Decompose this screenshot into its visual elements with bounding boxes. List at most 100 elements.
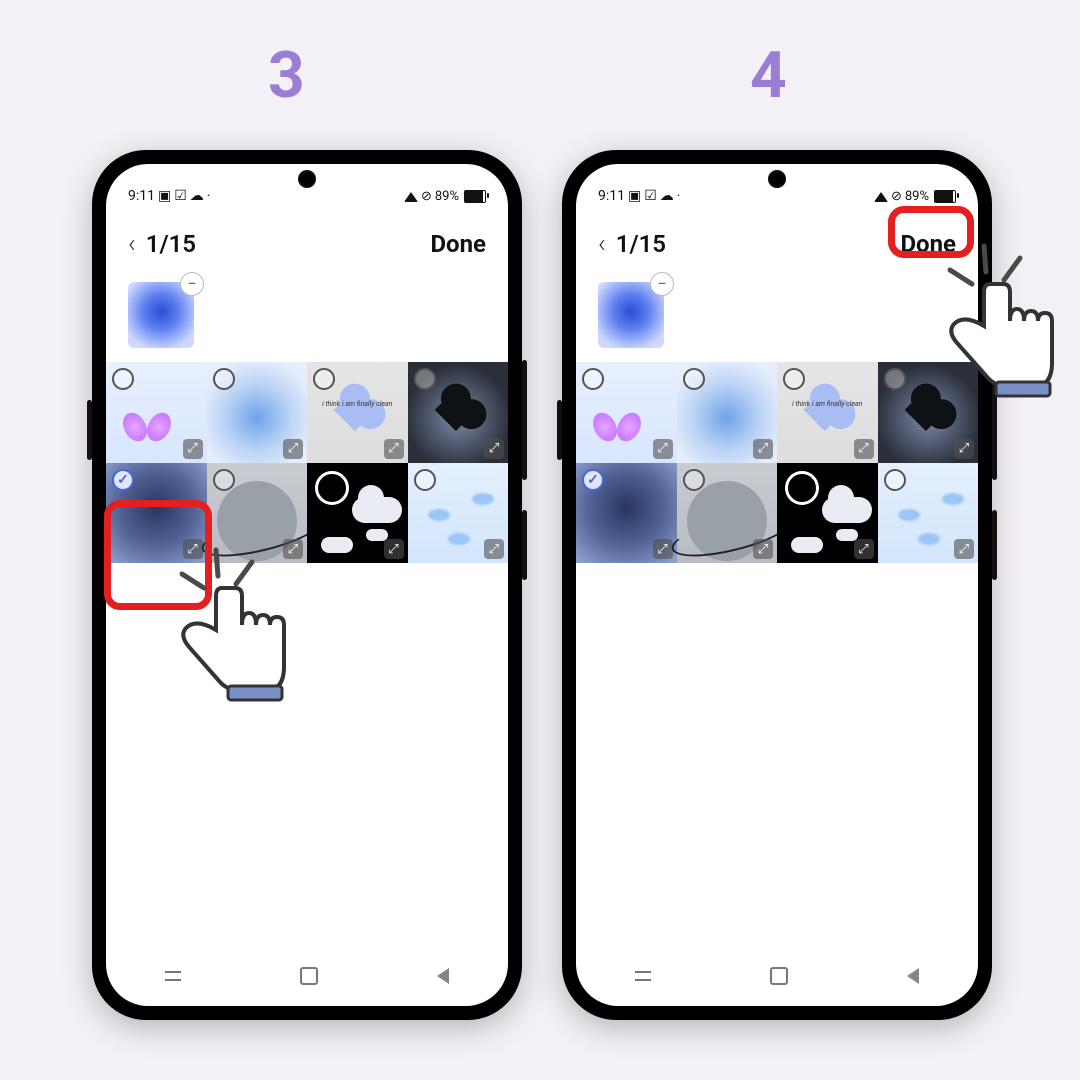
select-circle-icon[interactable] [414, 368, 436, 390]
grid-image-blur-heart[interactable]: ⤢ [207, 362, 308, 463]
android-nav-bar [576, 956, 978, 996]
tap-gesture-icon [920, 228, 1070, 378]
select-circle-icon[interactable] [783, 368, 805, 390]
select-circle-icon[interactable] [884, 469, 906, 491]
grid-image-sky-clouds[interactable]: ⤢ [408, 463, 509, 564]
back-icon[interactable] [437, 968, 449, 984]
phone-side-button [87, 400, 92, 460]
grid-image-planet[interactable]: ⤢ [677, 463, 778, 564]
butterfly-art [594, 412, 640, 448]
expand-icon[interactable]: ⤢ [854, 439, 874, 459]
cloud-art [428, 509, 450, 521]
cloud-icon: ☁ [190, 188, 204, 204]
select-circle-icon[interactable] [213, 368, 235, 390]
wifi-icon [404, 192, 418, 202]
status-time: 9:11 [128, 188, 155, 204]
select-circle-icon[interactable] [683, 368, 705, 390]
select-circle-checked-icon[interactable] [112, 469, 134, 491]
phone-volume-button [522, 360, 527, 480]
back-button[interactable]: ‹ [598, 231, 606, 257]
phone-power-button [992, 510, 997, 580]
phone-side-button [557, 400, 562, 460]
grid-image-butterfly[interactable]: ⤢ [576, 362, 677, 463]
cloud-art [918, 533, 940, 545]
step-label-4: 4 [750, 38, 787, 113]
recents-icon[interactable] [635, 971, 651, 981]
select-circle-icon[interactable] [313, 368, 335, 390]
check-icon: ☑ [174, 188, 187, 204]
phone-camera-hole [768, 170, 786, 188]
cloud-icon: ☁ [660, 188, 674, 204]
expand-icon[interactable]: ⤢ [854, 539, 874, 559]
expand-icon[interactable]: ⤢ [484, 539, 504, 559]
grid-image-night-clouds[interactable]: ⤢ [777, 463, 878, 564]
image-caption: i think i am finally clean [307, 400, 408, 408]
selected-thumbnail[interactable]: − [598, 282, 664, 348]
expand-icon[interactable]: ⤢ [653, 439, 673, 459]
battery-pct: 89% [435, 189, 459, 204]
expand-icon[interactable]: ⤢ [753, 439, 773, 459]
grid-image-navy-gradient[interactable]: ⤢ [576, 463, 677, 564]
expand-icon[interactable]: ⤢ [653, 539, 673, 559]
select-circle-icon[interactable] [414, 469, 436, 491]
android-nav-bar [106, 956, 508, 996]
select-circle-icon[interactable] [315, 471, 349, 505]
back-icon[interactable] [907, 968, 919, 984]
select-circle-icon[interactable] [213, 469, 235, 491]
select-circle-icon[interactable] [582, 368, 604, 390]
dot-icon: · [677, 188, 681, 204]
phone-step-3: 9:11 ▣ ☑ ☁ · ⊘ 89% ‹ 1/15 Done − [92, 150, 522, 1020]
cloud-art [791, 537, 823, 553]
home-icon[interactable] [770, 967, 788, 985]
grid-image-night-clouds[interactable]: ⤢ [307, 463, 408, 564]
selected-thumbnail[interactable]: − [128, 282, 194, 348]
grid-image-text-heart[interactable]: i think i am finally clean ⤢ [307, 362, 408, 463]
grid-image-sky-clouds[interactable]: ⤢ [878, 463, 979, 564]
recents-icon[interactable] [165, 971, 181, 981]
wifi-icon [874, 192, 888, 202]
select-circle-icon[interactable] [683, 469, 705, 491]
phone-power-button [522, 510, 527, 580]
image-grid: ⤢ ⤢ i think i am finally clean ⤢ ⤢ ⤢ [576, 362, 978, 563]
select-circle-icon[interactable] [112, 368, 134, 390]
expand-icon[interactable]: ⤢ [283, 439, 303, 459]
butterfly-art [124, 412, 170, 448]
remove-icon[interactable]: − [650, 272, 674, 296]
cloud-art [898, 509, 920, 521]
select-circle-checked-icon[interactable] [582, 469, 604, 491]
app-header: ‹ 1/15 Done [106, 206, 508, 278]
battery-pct: 89% [905, 189, 929, 204]
grid-image-text-heart[interactable]: i think i am finally clean ⤢ [777, 362, 878, 463]
remove-icon[interactable]: − [180, 272, 204, 296]
status-time: 9:11 [598, 188, 625, 204]
cloud-art [472, 493, 494, 505]
tap-gesture-icon [152, 532, 302, 682]
done-button[interactable]: Done [430, 230, 486, 258]
expand-icon[interactable]: ⤢ [954, 439, 974, 459]
expand-icon[interactable]: ⤢ [384, 439, 404, 459]
no-data-icon: ⊘ [891, 189, 902, 204]
select-circle-icon[interactable] [884, 368, 906, 390]
gallery-icon: ▣ [158, 188, 171, 204]
dot-icon: · [207, 188, 211, 204]
expand-icon[interactable]: ⤢ [484, 439, 504, 459]
phone-step-4: 9:11 ▣ ☑ ☁ · ⊘ 89% ‹ 1/15 Done − [562, 150, 992, 1020]
grid-image-dark-heart[interactable]: ⤢ [408, 362, 509, 463]
cloud-art [352, 497, 402, 523]
grid-image-butterfly[interactable]: ⤢ [106, 362, 207, 463]
expand-icon[interactable]: ⤢ [954, 539, 974, 559]
image-caption: i think i am finally clean [777, 400, 878, 408]
phone-screen: 9:11 ▣ ☑ ☁ · ⊘ 89% ‹ 1/15 Done − [576, 164, 978, 1006]
phone-camera-hole [298, 170, 316, 188]
select-circle-icon[interactable] [785, 471, 819, 505]
grid-image-blur-heart[interactable]: ⤢ [677, 362, 778, 463]
back-button[interactable]: ‹ [128, 231, 136, 257]
step-label-3: 3 [268, 38, 305, 113]
expand-icon[interactable]: ⤢ [183, 439, 203, 459]
expand-icon[interactable]: ⤢ [753, 539, 773, 559]
expand-icon[interactable]: ⤢ [384, 539, 404, 559]
heart-art [793, 378, 862, 447]
home-icon[interactable] [300, 967, 318, 985]
heart-art [323, 378, 392, 447]
cloud-art [822, 497, 872, 523]
